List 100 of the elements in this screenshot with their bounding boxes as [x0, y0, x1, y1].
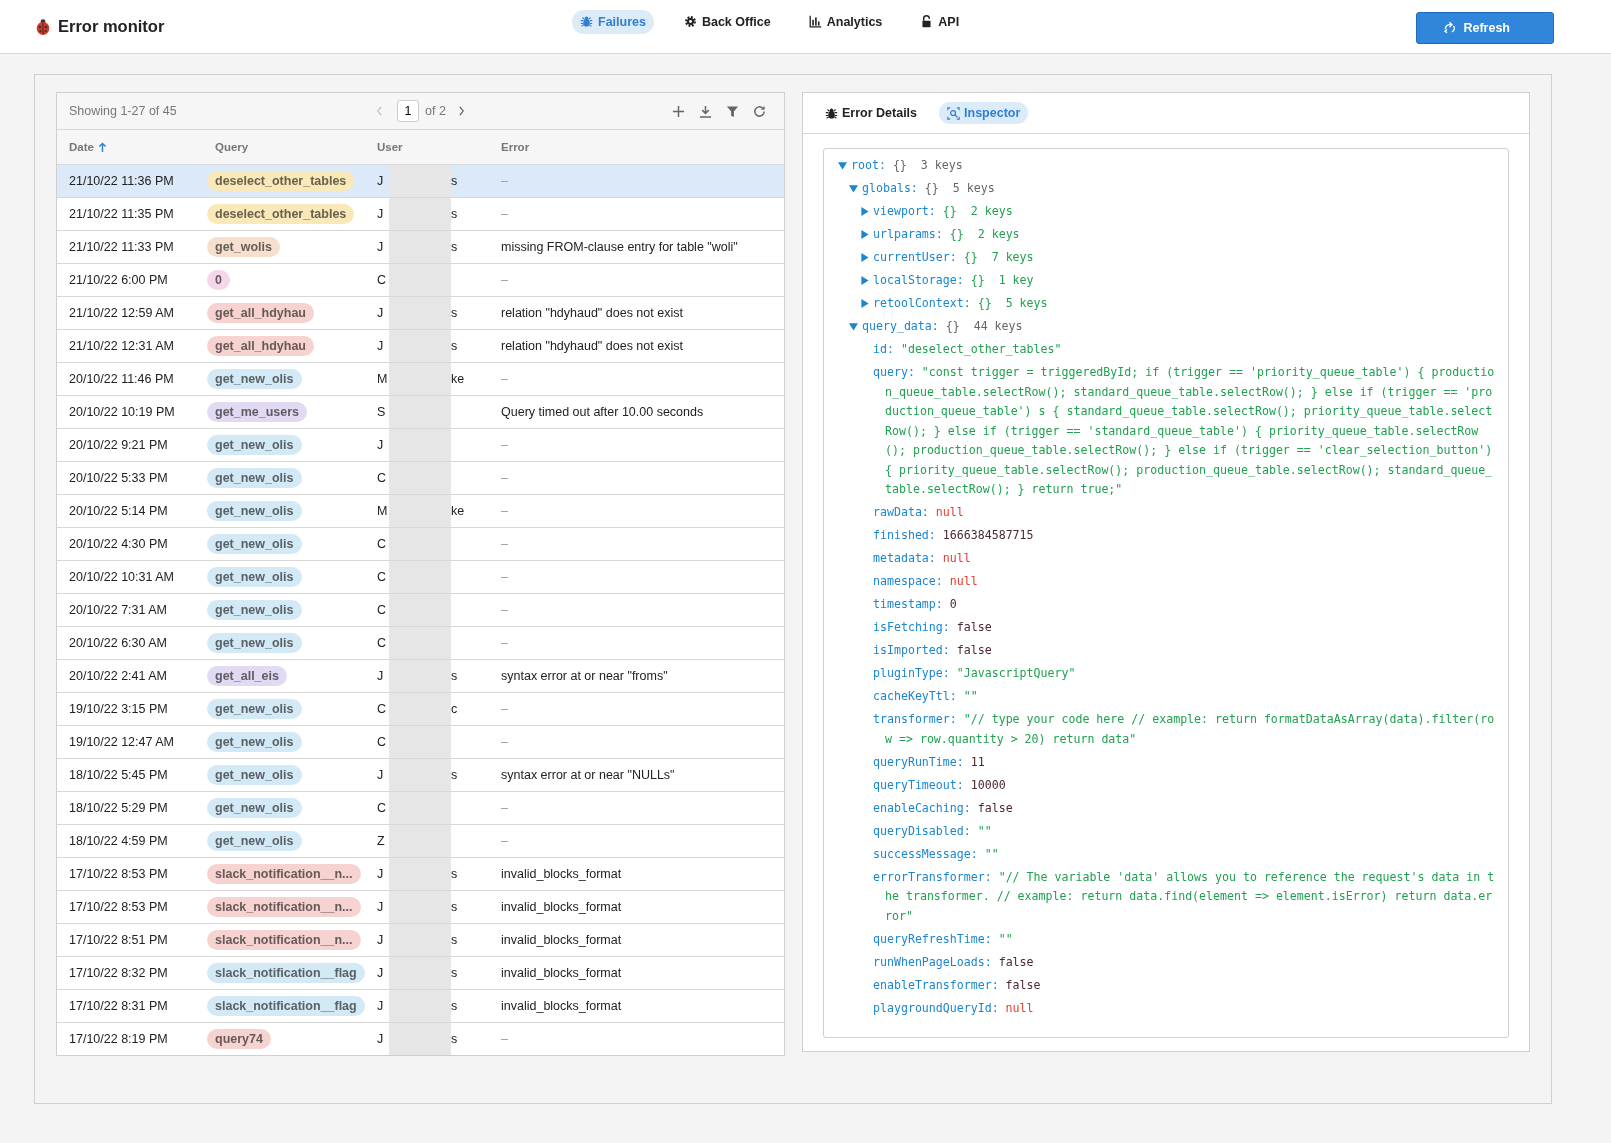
table-row[interactable]: 17/10/22 8:53 PM slack_notification__n... J s invalid_blocks_format	[57, 858, 784, 891]
table-row[interactable]: 17/10/22 8:31 PM slack_notification__flag J s invalid_blocks_format	[57, 990, 784, 1023]
nav-tab[interactable]: Back Office	[675, 9, 779, 34]
expand-icon[interactable]	[860, 253, 869, 262]
table-row[interactable]: 21/10/22 11:36 PM deselect_other_tables J s –	[57, 165, 784, 198]
redaction-bar	[389, 330, 451, 362]
table-cell-text: 20/10/22 5:33 PM	[68, 470, 169, 487]
redaction-bar	[389, 561, 451, 593]
table-row[interactable]: 20/10/22 11:46 PM get_new_olis M ke –	[57, 363, 784, 396]
page-total: of 2	[425, 104, 446, 118]
table-row[interactable]: 19/10/22 12:47 AM get_new_olis C –	[57, 726, 784, 759]
column-header[interactable]: Date	[57, 130, 199, 164]
table-row[interactable]: 20/10/22 5:14 PM get_new_olis M ke –	[57, 495, 784, 528]
user-name-fragment: J	[377, 668, 385, 685]
expand-icon[interactable]	[860, 207, 869, 216]
table-row[interactable]: 21/10/22 11:33 PM get_wolis J s missing FROM-clause entry for table "woli"	[57, 231, 784, 264]
column-header[interactable]: Query	[199, 130, 377, 164]
inspector-entry: queryDisabled: ""	[873, 822, 992, 840]
table-row[interactable]: 18/10/22 5:29 PM get_new_olis C –	[57, 792, 784, 825]
inspector-entry: transformer: "// type your code here // example: return formatDataAsArray(data).filter(row => row.quantity > 20) return data"	[873, 711, 1496, 748]
page-field[interactable]: 1	[397, 100, 419, 122]
column-header[interactable]: Error	[501, 130, 784, 164]
user-name-fragment: C	[377, 602, 388, 619]
table-row[interactable]: 21/10/22 12:31 AM get_all_hdyhau J s relation "hdyhaud" does not exist	[57, 330, 784, 363]
table-cell-text: missing FROM-clause entry for table "woli"	[501, 239, 739, 256]
table-cell-text: –	[501, 635, 509, 652]
nav-tab[interactable]: Analytics	[800, 9, 891, 34]
table-cell-text: –	[501, 569, 509, 586]
table-row[interactable]: 20/10/22 10:19 PM get_me_users S Query timed out after 10.00 seconds	[57, 396, 784, 429]
redaction-bar	[389, 231, 451, 263]
redaction-bar	[389, 396, 451, 428]
redaction-bar	[389, 759, 451, 791]
table-row[interactable]: 17/10/22 8:53 PM slack_notification__n... J s invalid_blocks_format	[57, 891, 784, 924]
table-row[interactable]: 20/10/22 9:21 PM get_new_olis J –	[57, 429, 784, 462]
inspector-entry: errorTransformer: "// The variable 'data' allows you to reference the request's data in the transformer. // example: return data.find(element => element.isError) return data.error"	[873, 868, 1496, 925]
add-icon[interactable]	[672, 104, 685, 118]
table-cell-text: invalid_blocks_format	[501, 866, 623, 883]
redaction-bar	[389, 594, 451, 626]
table-cell-text: Query timed out after 10.00 seconds	[501, 404, 705, 421]
redaction-bar	[389, 297, 451, 329]
user-name-fragment: M	[377, 503, 389, 520]
table-row[interactable]: 20/10/22 7:31 AM get_new_olis C –	[57, 594, 784, 627]
expand-icon[interactable]	[860, 230, 869, 239]
user-name-fragment: s	[451, 899, 458, 916]
query-tag: slack_notification__n...	[207, 897, 361, 917]
table-row[interactable]: 17/10/22 8:32 PM slack_notification__flag J s invalid_blocks_format	[57, 957, 784, 990]
expand-icon[interactable]	[860, 276, 869, 285]
table-row[interactable]: 18/10/22 5:45 PM get_new_olis J s syntax error at or near "NULLs"	[57, 759, 784, 792]
user-name-fragment: s	[451, 305, 458, 322]
filter-icon[interactable]	[726, 104, 739, 118]
next-page-icon[interactable]	[457, 106, 465, 116]
table-row[interactable]: 20/10/22 4:30 PM get_new_olis C –	[57, 528, 784, 561]
collapse-icon[interactable]	[849, 184, 858, 193]
table-row[interactable]: 20/10/22 2:41 AM get_all_eis J s syntax error at or near "froms"	[57, 660, 784, 693]
table-cell-text: –	[501, 701, 509, 718]
redaction-bar	[389, 495, 451, 527]
table-row[interactable]: 21/10/22 11:35 PM deselect_other_tables J s –	[57, 198, 784, 231]
reload-icon[interactable]	[753, 104, 766, 118]
table-row[interactable]: 20/10/22 10:31 AM get_new_olis C –	[57, 561, 784, 594]
user-name-fragment: C	[377, 701, 388, 718]
expand-icon[interactable]	[860, 299, 869, 308]
refresh-button[interactable]: Refresh	[1416, 11, 1554, 44]
query-tag: get_new_olis	[207, 369, 302, 389]
download-icon[interactable]	[699, 104, 712, 118]
user-name-fragment: C	[377, 635, 388, 652]
user-name-fragment: s	[451, 668, 458, 685]
collapse-icon[interactable]	[849, 322, 858, 331]
table-row[interactable]: 20/10/22 5:33 PM get_new_olis C –	[57, 462, 784, 495]
table-row[interactable]: 21/10/22 6:00 PM 0 C –	[57, 264, 784, 297]
user-name-fragment: J	[377, 338, 385, 355]
inspector-entry: enableTransformer: false	[873, 976, 1041, 994]
table-cell-text: 17/10/22 8:31 PM	[68, 998, 169, 1015]
user-name-fragment: S	[377, 404, 387, 421]
query-tag: get_new_olis	[207, 732, 302, 752]
table-row[interactable]: 18/10/22 4:59 PM get_new_olis Z –	[57, 825, 784, 858]
table-cell-text: invalid_blocks_format	[501, 899, 623, 916]
details-tab[interactable]: Error Details	[817, 102, 926, 124]
table-row[interactable]: 17/10/22 8:51 PM slack_notification__n... J s invalid_blocks_format	[57, 924, 784, 957]
user-name-fragment: Z	[377, 833, 386, 850]
table-cell-text: 20/10/22 10:19 PM	[68, 404, 176, 421]
nav-tab[interactable]: API	[912, 9, 968, 34]
redaction-bar	[389, 429, 451, 461]
table-row[interactable]: 20/10/22 6:30 AM get_new_olis C –	[57, 627, 784, 660]
redaction-bar	[389, 693, 451, 725]
table-row[interactable]: 19/10/22 3:15 PM get_new_olis C c –	[57, 693, 784, 726]
table-cell-text: –	[501, 503, 509, 520]
query-tag: deselect_other_tables	[207, 204, 355, 224]
column-header[interactable]: User	[377, 130, 501, 164]
table-cell-text: 21/10/22 11:35 PM	[68, 206, 175, 223]
table-row[interactable]: 21/10/22 12:59 AM get_all_hdyhau J s relation "hdyhaud" does not exist	[57, 297, 784, 330]
collapse-icon[interactable]	[838, 161, 847, 170]
bug-icon	[825, 106, 838, 120]
table-cell-text: 20/10/22 9:21 PM	[68, 437, 169, 454]
user-name-fragment: C	[377, 536, 388, 553]
user-name-fragment: J	[377, 239, 385, 256]
table-cell-text: syntax error at or near "froms"	[501, 668, 669, 685]
table-cell-text: syntax error at or near "NULLs"	[501, 767, 676, 784]
table-cell-text: –	[501, 437, 509, 454]
table-cell-text: –	[501, 272, 509, 289]
query-tag: slack_notification__n...	[207, 930, 361, 950]
